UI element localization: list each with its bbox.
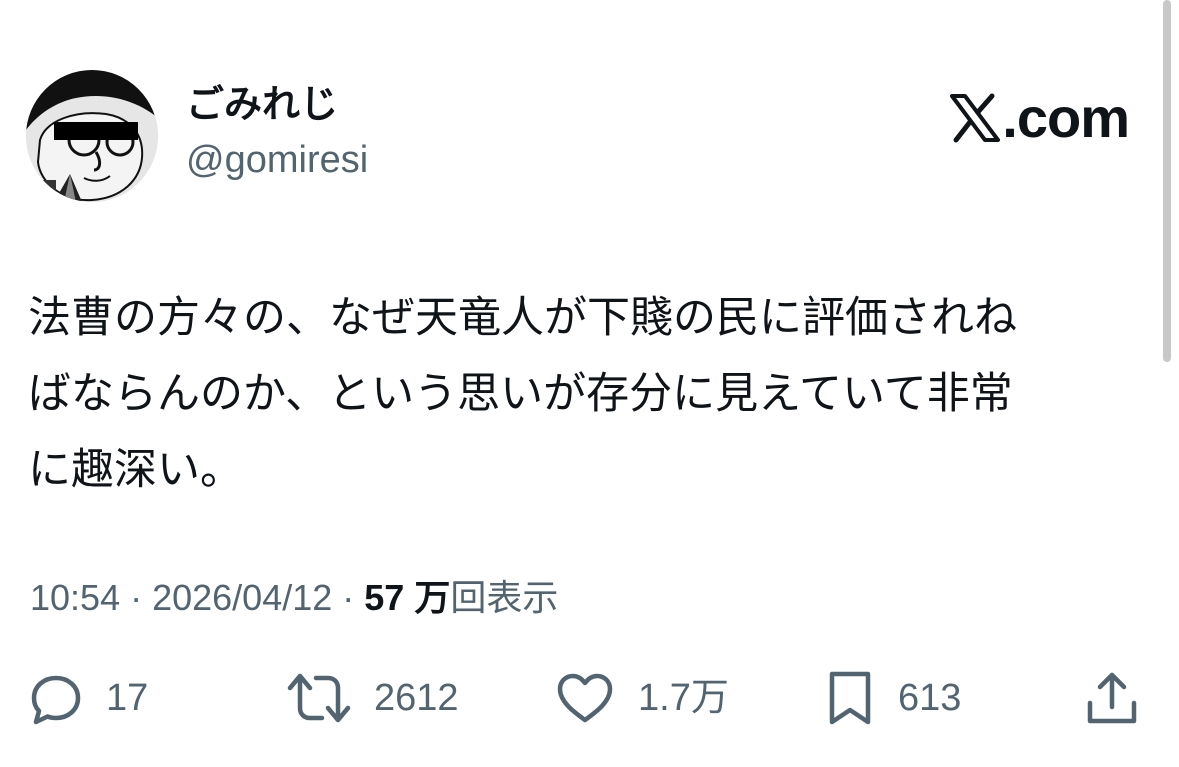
views-count: 57 万 (364, 577, 451, 618)
display-name[interactable]: ごみれじ (186, 80, 338, 128)
manga-character-avatar-icon (26, 70, 158, 202)
heart-icon (557, 673, 613, 723)
avatar[interactable] (26, 70, 158, 202)
like-button[interactable]: 1.7万 (554, 668, 729, 728)
like-count: 1.7万 (638, 677, 729, 719)
action-bar: 17 2612 1.7万 613 (0, 668, 1179, 728)
share-button[interactable] (1084, 668, 1140, 728)
retweet-count: 2612 (374, 677, 459, 719)
bookmark-count: 613 (898, 677, 962, 719)
reply-icon (31, 675, 81, 725)
tweet-text: 法曹の方々の、なぜ天竜人が下賤の民に評価されね ばならんのか、という思いが存分に… (28, 293, 1017, 495)
share-icon (1087, 672, 1137, 724)
bookmark-icon (829, 671, 871, 725)
scrollbar[interactable] (1163, 0, 1171, 362)
reply-button[interactable]: 17 (28, 668, 148, 728)
bookmark-button[interactable]: 613 (824, 668, 961, 728)
tweet-time[interactable]: 10:54 (30, 577, 120, 618)
retweet-icon (287, 673, 351, 723)
user-handle[interactable]: @gomiresi (186, 136, 368, 184)
x-logo-icon (950, 93, 1001, 143)
meta-separator: · (120, 577, 153, 618)
reply-count: 17 (106, 677, 149, 719)
brand-domain-text: .com (1002, 86, 1130, 149)
x-com-brand: .com (948, 86, 1130, 149)
tweet-date[interactable]: 2026/04/12 (152, 577, 332, 618)
retweet-button[interactable]: 2612 (286, 668, 459, 728)
views-label: 回表示 (450, 577, 559, 618)
tweet-meta: 10:54 · 2026/04/12 · 57 万回表示 (30, 574, 558, 622)
meta-separator: · (332, 577, 365, 618)
